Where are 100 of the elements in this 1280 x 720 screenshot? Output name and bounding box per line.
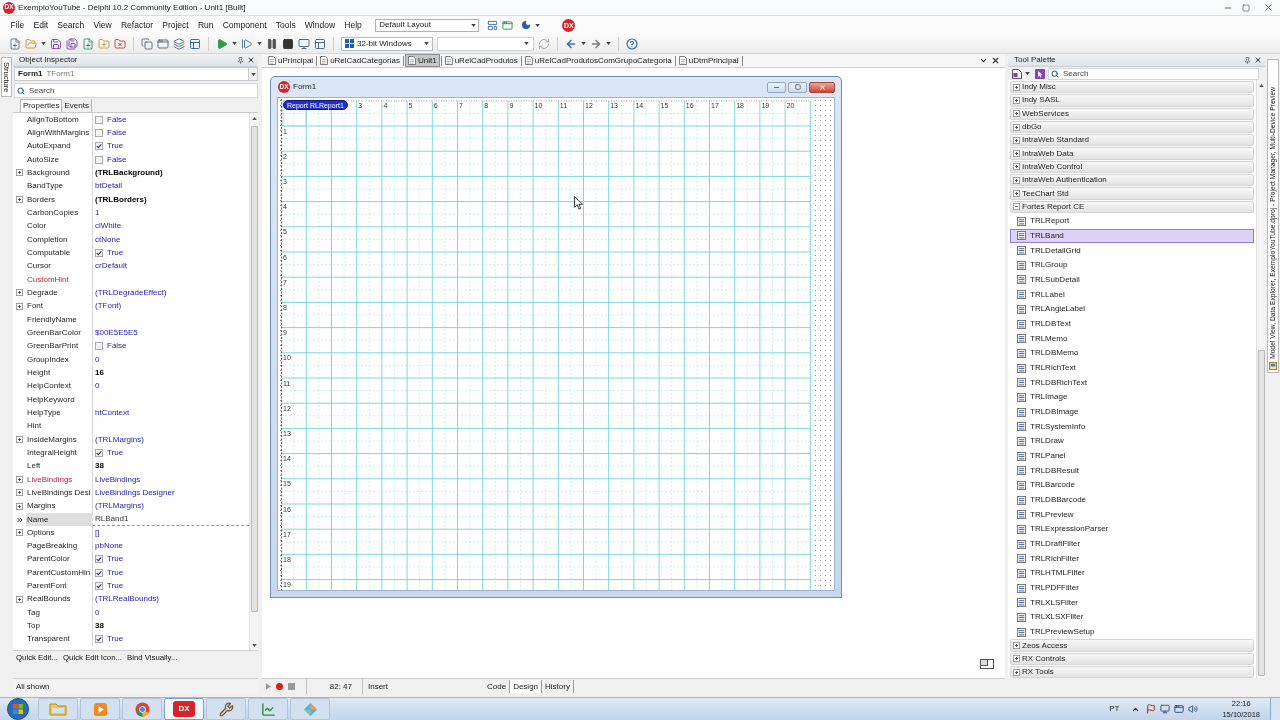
menu-item[interactable]: Refactor [116, 18, 158, 32]
window-icon[interactable] [980, 659, 994, 669]
expand-icon[interactable] [1013, 136, 1020, 144]
close-button[interactable] [809, 81, 835, 93]
menu-item[interactable]: Edit [28, 18, 53, 32]
expand-icon[interactable] [16, 595, 23, 603]
search-field[interactable]: Search [1048, 67, 1259, 80]
pin-icon[interactable] [237, 56, 244, 64]
expand-icon[interactable] [1013, 176, 1020, 184]
pause-icon[interactable] [266, 37, 278, 50]
window-icon[interactable] [157, 37, 169, 50]
palette-item[interactable]: TRLImage [1010, 390, 1254, 405]
palette-item[interactable]: TRLExpressionParser [1010, 522, 1254, 537]
expand-icon[interactable] [16, 436, 23, 444]
palette-item[interactable]: TRLPDFFilter [1010, 580, 1254, 596]
checkbox[interactable] [95, 142, 103, 151]
expand-icon[interactable] [1013, 668, 1020, 676]
arrow-right-icon[interactable] [590, 37, 602, 50]
pointer-icon[interactable] [1035, 68, 1045, 79]
checkbox[interactable] [95, 635, 103, 644]
palette-item[interactable]: TRLSubDetail [1010, 272, 1254, 288]
menu-item[interactable]: Run [193, 18, 219, 32]
palette-category[interactable]: IntraWeb Authentication [1010, 174, 1254, 187]
close-icon[interactable] [1263, 2, 1274, 13]
inspector-tab[interactable]: Events [62, 99, 92, 112]
checkbox[interactable] [95, 155, 103, 164]
palette-item[interactable]: TRLDraftFilter [1010, 536, 1254, 552]
expand-icon[interactable] [1013, 123, 1020, 131]
save-icon[interactable] [50, 37, 62, 50]
menu-item[interactable]: Tools [271, 18, 301, 32]
palette-item[interactable]: TRLBarcode [1010, 478, 1254, 493]
caret-icon[interactable] [232, 42, 237, 45]
caret-icon[interactable] [250, 72, 256, 76]
property-name[interactable]: RealBounds [26, 592, 92, 607]
expand-icon[interactable] [1013, 655, 1020, 663]
property-name[interactable]: Degrade [26, 286, 92, 300]
expand-icon[interactable] [16, 502, 23, 510]
menu-item[interactable]: File [6, 18, 29, 32]
monitor-icon[interactable] [1160, 704, 1171, 714]
caret-icon[interactable] [257, 42, 262, 45]
property-name[interactable]: Top [26, 619, 92, 633]
scroll-thumb[interactable] [1257, 350, 1265, 676]
expand-icon[interactable] [1013, 150, 1020, 158]
expand-icon[interactable] [1013, 96, 1020, 104]
caret-icon[interactable] [1025, 72, 1030, 75]
flag-icon[interactable] [1146, 704, 1157, 714]
palette-category[interactable]: Indy SASL [1010, 94, 1254, 107]
editor-tab[interactable]: Unit1 [404, 54, 440, 67]
layout-combo[interactable]: Default Layout [375, 18, 480, 32]
search-field[interactable]: Search [14, 83, 258, 98]
property-name[interactable]: Height [26, 366, 92, 380]
checkbox[interactable] [95, 582, 103, 591]
expand-icon[interactable] [1013, 83, 1020, 91]
property-name[interactable]: PageBreaking [26, 539, 92, 553]
expand-icon[interactable] [1013, 110, 1020, 118]
caret-icon[interactable] [41, 42, 46, 45]
monitor-icon[interactable] [298, 37, 310, 50]
palette-category[interactable]: Indy Misc [1010, 81, 1254, 94]
scrollbar[interactable] [249, 113, 258, 650]
close-icon[interactable] [1254, 56, 1262, 64]
editor-tab[interactable]: uDtmPrincipal [676, 54, 741, 67]
expand-icon[interactable] [16, 289, 23, 297]
menu-item[interactable]: Help [339, 18, 367, 32]
property-name[interactable]: Font [26, 299, 92, 313]
palette-item[interactable]: TRLDBText [1010, 316, 1254, 332]
checkbox[interactable] [95, 568, 103, 577]
menu-item[interactable]: Search [52, 18, 89, 32]
taskbar-button[interactable] [122, 698, 162, 720]
property-name[interactable]: FriendlyName [26, 312, 92, 327]
checkbox[interactable] [95, 555, 103, 564]
document-icon[interactable] [1012, 68, 1022, 79]
close-icon[interactable] [247, 56, 255, 64]
caret-icon[interactable] [524, 42, 529, 45]
pin-icon[interactable] [1244, 56, 1251, 64]
window-icon[interactable] [1174, 704, 1185, 714]
palette-item[interactable]: TRLDBResult [1010, 463, 1254, 479]
palette-category[interactable]: dbGo [1010, 120, 1254, 134]
minimize-button[interactable] [767, 81, 786, 93]
property-name[interactable]: Name [26, 512, 92, 527]
palette-item[interactable]: TRLDBRichText [1010, 375, 1254, 391]
editor-tab[interactable]: uRelCadProdutos [442, 54, 520, 67]
scroll-up-icon[interactable] [1258, 84, 1264, 87]
property-name[interactable]: GroupIndex [26, 352, 92, 367]
palette-category[interactable]: RX Controls [1010, 652, 1254, 666]
palette-item[interactable]: TRLSystemInfo [1010, 419, 1254, 435]
palette-item[interactable]: TRLDetailGrid [1010, 243, 1254, 258]
expand-icon[interactable] [16, 489, 23, 497]
taskbar-button[interactable] [248, 698, 288, 720]
palette-item[interactable]: TRLReport [1010, 213, 1254, 229]
palette-item[interactable]: TRLBand [1010, 228, 1254, 244]
palette-category[interactable]: Zeos Access [1010, 639, 1254, 652]
platform-combo[interactable]: 32-bit Windows [341, 36, 433, 51]
property-name[interactable]: GreenBarPrint [26, 339, 92, 353]
editor-tab[interactable]: uPrincipal [266, 54, 316, 67]
property-name[interactable]: Borders [26, 192, 92, 207]
checkbox[interactable] [95, 342, 103, 351]
property-name[interactable]: Tag [26, 606, 92, 620]
palette-category[interactable]: IntraWeb Standard [1010, 134, 1254, 147]
expand-icon[interactable] [16, 302, 23, 310]
palette-category[interactable]: WebServices [1010, 107, 1254, 120]
